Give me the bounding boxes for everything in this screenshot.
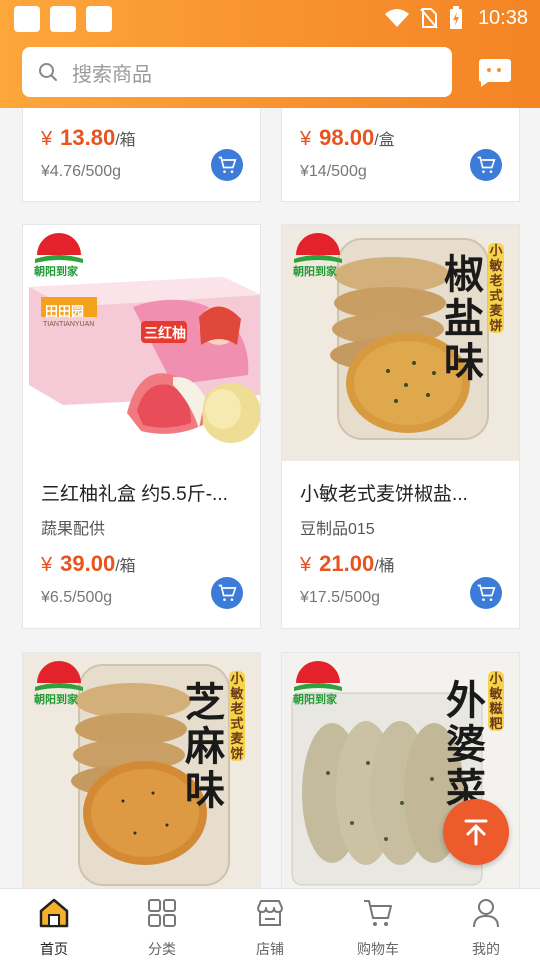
search-placeholder: 搜索商品 <box>72 63 152 86</box>
price-currency: ¥ <box>300 128 312 150</box>
package-side-text: 小敏老式麦饼 <box>488 243 504 333</box>
product-card[interactable]: 朝阳到家 小敏老式麦饼 芝麻味 <box>22 652 261 892</box>
price-row: ¥ 98.00 /盒 <box>300 125 395 151</box>
bottom-tab-bar: 首页 分类 店铺 购物车 我的 <box>0 888 540 960</box>
price-unit: /桶 <box>374 558 395 575</box>
tab-store[interactable]: 店铺 <box>216 889 324 960</box>
add-to-cart-button[interactable] <box>211 149 243 181</box>
price-row: ¥ 21.00 /桶 <box>300 551 395 577</box>
search-icon <box>39 63 57 81</box>
box-brand-pinyin: TIANTIANYUAN <box>43 321 95 328</box>
tab-cart[interactable]: 购物车 <box>324 889 432 960</box>
product-name: 三红柚礼盒 约5.5斤-... <box>41 484 228 505</box>
price-currency: ¥ <box>41 128 53 150</box>
price-value: 21.00 <box>319 551 375 576</box>
tab-home[interactable]: 首页 <box>0 889 108 960</box>
user-icon <box>473 899 499 928</box>
package-name-text: 外婆菜 <box>446 679 486 811</box>
price-row: ¥ 13.80 /箱 <box>41 125 136 151</box>
package-flavor-text: 芝麻味 <box>185 681 225 813</box>
price-value: 13.80 <box>60 125 116 150</box>
no-sim-icon <box>420 8 438 29</box>
message-icon[interactable] <box>476 57 512 87</box>
search-bar[interactable]: 搜索商品 <box>22 47 452 97</box>
product-category: 蔬果配供 <box>41 521 106 538</box>
product-image[interactable]: 朝阳到家 小敏老式麦饼 芝麻味 <box>23 653 260 889</box>
product-name: 小敏老式麦饼椒盐... <box>300 484 468 505</box>
cart-icon <box>218 156 237 173</box>
price-value: 39.00 <box>60 551 116 576</box>
arrow-up-icon <box>464 819 488 846</box>
notification-icon <box>14 6 40 32</box>
add-to-cart-button[interactable] <box>211 577 243 609</box>
store-logo-text: 朝阳到家 <box>293 266 337 278</box>
add-to-cart-button[interactable] <box>470 577 502 609</box>
package-side-text: 小敏糍粑 <box>488 671 504 731</box>
tab-profile[interactable]: 我的 <box>432 889 540 960</box>
status-indicators: 10:38 <box>384 5 528 31</box>
price-unit: /箱 <box>115 558 136 575</box>
tab-label: 首页 <box>40 941 68 957</box>
grid-icon <box>148 899 176 927</box>
unit-price: ¥17.5/500g <box>300 589 381 606</box>
store-logo-text: 朝阳到家 <box>293 694 337 706</box>
tab-label: 我的 <box>472 941 500 957</box>
tab-label: 店铺 <box>256 941 284 957</box>
app-header: 10:38 搜索商品 <box>0 0 540 108</box>
wifi-icon <box>384 9 409 27</box>
cart-icon <box>364 900 392 926</box>
unit-price: ¥4.76/500g <box>41 163 122 180</box>
box-brand-text: 田田园 <box>45 304 85 319</box>
tab-label: 分类 <box>148 941 176 957</box>
price-currency: ¥ <box>300 554 312 576</box>
store-logo-text: 朝阳到家 <box>34 266 78 278</box>
cart-icon <box>218 584 237 601</box>
product-card[interactable]: 朝阳到家 小敏老式麦饼 椒盐味 小敏老式麦饼椒盐... 豆制品015 ¥ 21.… <box>281 224 520 629</box>
tab-label: 购物车 <box>357 941 399 957</box>
cart-icon <box>477 584 496 601</box>
notification-icon <box>86 6 112 32</box>
tab-category[interactable]: 分类 <box>108 889 216 960</box>
product-image[interactable]: 朝阳到家 小敏老式麦饼 椒盐味 <box>282 225 519 461</box>
add-to-cart-button[interactable] <box>470 149 502 181</box>
store-logo-text: 朝阳到家 <box>34 694 78 706</box>
price-unit: /箱 <box>115 132 136 149</box>
product-card[interactable]: 朝阳到家 田田园 TIANTIANYUAN 三红柚 三红柚礼盒 约5.5斤-..… <box>22 224 261 629</box>
price-unit: /盒 <box>374 132 395 149</box>
back-to-top-button[interactable] <box>443 799 509 865</box>
price-value: 98.00 <box>319 125 375 150</box>
home-icon <box>39 898 69 928</box>
product-category: 豆制品015 <box>300 521 375 538</box>
package-flavor-text: 椒盐味 <box>444 253 484 385</box>
price-row: ¥ 39.00 /箱 <box>41 551 136 577</box>
unit-price: ¥14/500g <box>300 163 367 180</box>
status-time: 10:38 <box>477 6 528 29</box>
store-icon <box>257 900 283 926</box>
price-currency: ¥ <box>41 554 53 576</box>
unit-price: ¥6.5/500g <box>41 589 113 606</box>
box-badge-text: 三红柚 <box>144 325 186 341</box>
cart-icon <box>477 156 496 173</box>
status-bar: 10:38 <box>0 0 540 36</box>
product-image[interactable]: 朝阳到家 田田园 TIANTIANYUAN 三红柚 <box>23 225 260 461</box>
battery-charging-icon <box>449 6 462 29</box>
package-side-text: 小敏老式麦饼 <box>229 671 245 761</box>
notification-icon <box>50 6 76 32</box>
